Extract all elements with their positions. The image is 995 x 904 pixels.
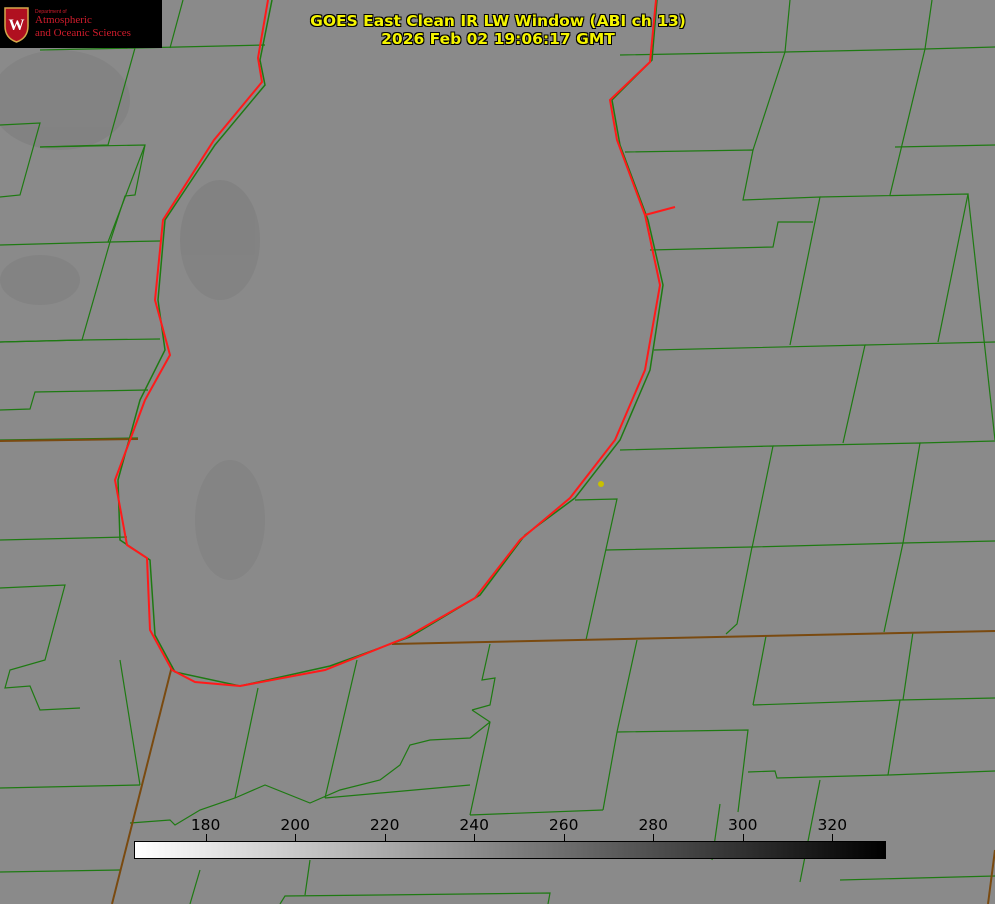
colorbar-tick-label: 180 xyxy=(190,816,221,834)
colorbar-tick-mark xyxy=(653,834,655,841)
location-marker xyxy=(598,481,604,487)
colorbar-tick-mark xyxy=(742,834,744,841)
satellite-map xyxy=(0,0,995,904)
lake-shoreline-green xyxy=(117,0,664,687)
colorbar-tick-mark xyxy=(384,834,386,841)
state-boundaries xyxy=(0,438,995,904)
colorbar-tick-mark xyxy=(474,834,476,841)
colorbar-tick-mark xyxy=(832,834,834,841)
colorbar-tick-label: 200 xyxy=(280,816,310,834)
colorbar-tick-mark xyxy=(563,834,565,841)
cloud-shading xyxy=(0,50,265,580)
county-boundaries xyxy=(0,0,995,904)
colorbar-tick-label: 320 xyxy=(817,816,848,834)
svg-text:W: W xyxy=(9,17,25,34)
logo-line-2: and Oceanic Sciences xyxy=(35,27,131,39)
colorbar-tick-label: 240 xyxy=(459,816,489,834)
colorbar-tick-label: 260 xyxy=(548,816,579,834)
colorbar-tick-label: 300 xyxy=(727,816,758,834)
colorbar-tick-label: 280 xyxy=(638,816,669,834)
aos-logo: W Department of Atmospheric and Oceanic … xyxy=(0,0,162,48)
logo-line-1: Atmospheric xyxy=(35,14,92,26)
uw-crest-icon: W xyxy=(4,7,29,43)
lake-coastline-red xyxy=(113,0,676,688)
title-line-1: GOES East Clean IR LW Window (ABI ch 13) xyxy=(310,12,686,30)
colorbar-tick-mark xyxy=(295,834,297,841)
colorbar-tick-label: 220 xyxy=(369,816,400,834)
colorbar-tick-mark xyxy=(205,834,207,841)
image-title: GOES East Clean IR LW Window (ABI ch 13)… xyxy=(300,12,696,48)
colorbar xyxy=(134,841,886,859)
title-timestamp: 2026 Feb 02 19:06:17 GMT xyxy=(381,30,615,48)
